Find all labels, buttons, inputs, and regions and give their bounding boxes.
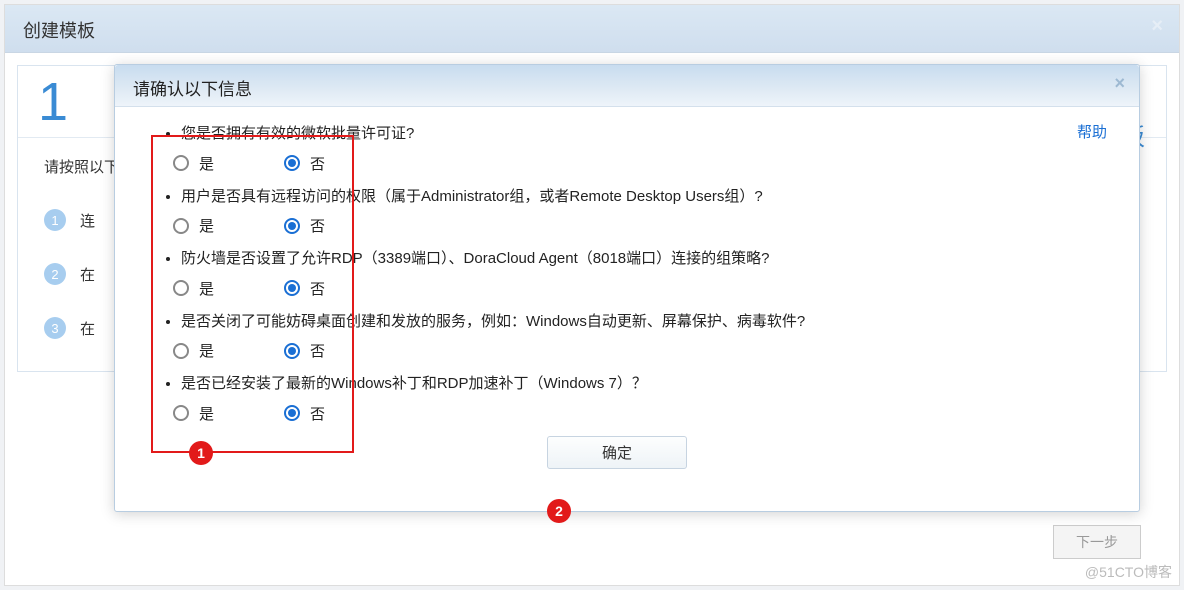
option-no-label: 否 xyxy=(310,403,325,424)
radio-icon[interactable] xyxy=(284,155,300,171)
question-text: 您是否拥有有效的微软批量许可证? xyxy=(181,121,1095,147)
confirm-modal: 请确认以下信息 × 帮助 您是否拥有有效的微软批量许可证?是否用户是否具有远程访… xyxy=(114,64,1140,512)
option-no[interactable]: 否 xyxy=(284,340,325,361)
option-yes[interactable]: 是 xyxy=(173,215,214,236)
option-yes-label: 是 xyxy=(199,340,214,361)
step-badge: 3 xyxy=(44,317,66,339)
radio-icon[interactable] xyxy=(173,280,189,296)
option-yes-label: 是 xyxy=(199,153,214,174)
question-text: 防火墙是否设置了允许RDP（3389端口）、DoraCloud Agent（80… xyxy=(181,246,1095,272)
option-yes[interactable]: 是 xyxy=(173,403,214,424)
radio-icon[interactable] xyxy=(284,218,300,234)
radio-icon[interactable] xyxy=(284,405,300,421)
confirm-button[interactable]: 确定 xyxy=(547,436,687,469)
question-text: 是否已经安装了最新的Windows补丁和RDP加速补丁（Windows 7）？ xyxy=(181,371,1095,397)
question-item: 是否关闭了可能妨碍桌面创建和发放的服务，例如：Windows自动更新、屏幕保护、… xyxy=(181,309,1095,362)
option-no-label: 否 xyxy=(310,215,325,236)
question-item: 您是否拥有有效的微软批量许可证? 是 否 xyxy=(181,121,1095,174)
option-yes[interactable]: 是 xyxy=(173,278,214,299)
wizard-title-bar: 创建模板 × xyxy=(5,5,1179,53)
radio-icon[interactable] xyxy=(173,343,189,359)
option-no[interactable]: 否 xyxy=(284,278,325,299)
option-yes[interactable]: 是 xyxy=(173,340,214,361)
question-text: 是否关闭了可能妨碍桌面创建和发放的服务，例如：Windows自动更新、屏幕保护、… xyxy=(181,309,1095,335)
wizard-close-icon[interactable]: × xyxy=(1151,15,1163,38)
question-list: 您是否拥有有效的微软批量许可证?是否用户是否具有远程访问的权限（属于Admini… xyxy=(151,121,1095,424)
option-no[interactable]: 否 xyxy=(284,215,325,236)
option-yes-label: 是 xyxy=(199,215,214,236)
step-badge: 1 xyxy=(44,209,66,231)
annotation-marker-1: 1 xyxy=(189,441,213,465)
question-item: 用户是否具有远程访问的权限（属于Administrator组，或者Remote … xyxy=(181,184,1095,237)
question-text: 用户是否具有远程访问的权限（属于Administrator组，或者Remote … xyxy=(181,184,1095,210)
wizard-title: 创建模板 xyxy=(23,21,95,41)
modal-title: 请确认以下信息 xyxy=(133,80,252,99)
modal-close-icon[interactable]: × xyxy=(1114,73,1125,94)
step-badge: 2 xyxy=(44,263,66,285)
option-yes-label: 是 xyxy=(199,278,214,299)
option-no-label: 否 xyxy=(310,153,325,174)
option-yes-label: 是 xyxy=(199,403,214,424)
question-item: 防火墙是否设置了允许RDP（3389端口）、DoraCloud Agent（80… xyxy=(181,246,1095,299)
option-no[interactable]: 否 xyxy=(284,403,325,424)
radio-icon[interactable] xyxy=(173,218,189,234)
option-no[interactable]: 否 xyxy=(284,153,325,174)
watermark: @51CTO博客 xyxy=(1085,562,1172,582)
modal-title-bar: 请确认以下信息 × xyxy=(115,65,1139,107)
help-link[interactable]: 帮助 xyxy=(1077,121,1107,142)
radio-icon[interactable] xyxy=(173,405,189,421)
step-number: 1 xyxy=(38,71,68,133)
option-no-label: 否 xyxy=(310,340,325,361)
radio-icon[interactable] xyxy=(284,280,300,296)
next-button[interactable]: 下一步 xyxy=(1053,525,1141,559)
option-yes[interactable]: 是 xyxy=(173,153,214,174)
option-no-label: 否 xyxy=(310,278,325,299)
radio-icon[interactable] xyxy=(173,155,189,171)
question-item: 是否已经安装了最新的Windows补丁和RDP加速补丁（Windows 7）？ 是… xyxy=(181,371,1095,424)
radio-icon[interactable] xyxy=(284,343,300,359)
